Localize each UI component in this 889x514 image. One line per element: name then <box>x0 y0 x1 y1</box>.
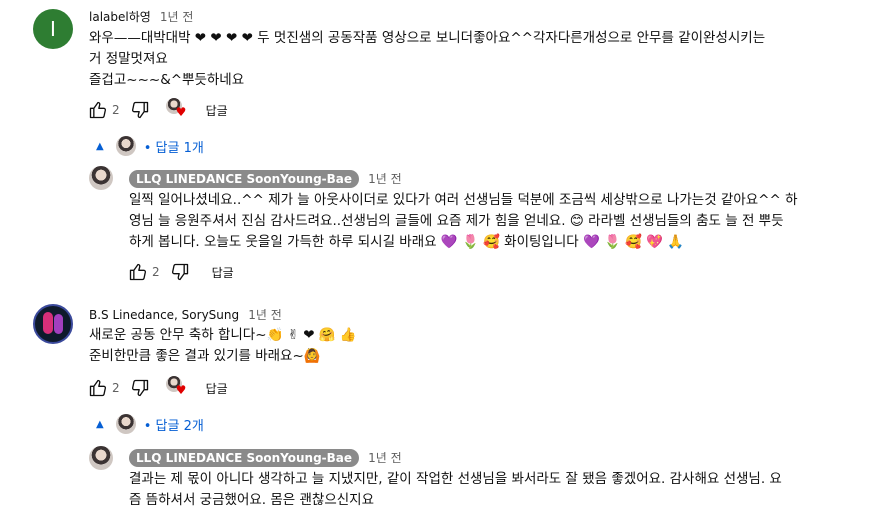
reply-line: 결과는 제 몫이 아니다 생각하고 늘 지냈지만, 같이 작업한 선생님을 봐서… <box>129 471 782 487</box>
reply-header: LLQ LINEDANCE SoonYoung-Bae 1년 전 <box>129 168 402 188</box>
avatar-figure <box>43 312 53 334</box>
like-icon[interactable] <box>86 376 110 400</box>
reply-time[interactable]: 1년 전 <box>368 451 402 465</box>
dislike-icon[interactable] <box>128 98 152 122</box>
replies-toggle-label: • 답글 2개 <box>143 418 204 434</box>
reply-line: 영님 늘 응원주셔서 진심 감사드려요..선생님의 글들에 요즘 제가 힘을 얻… <box>129 213 784 229</box>
creator-heart-icon: ♥ <box>165 376 190 400</box>
comment-author[interactable]: lalabel하영 <box>89 10 151 24</box>
heart-icon: ♥ <box>175 105 187 119</box>
comment-time[interactable]: 1년 전 <box>248 308 282 322</box>
like-count: 2 <box>152 265 160 279</box>
reply-time[interactable]: 1년 전 <box>368 172 402 186</box>
comment-line: 거 정말멋져요 <box>89 51 168 67</box>
like-count: 2 <box>112 381 120 395</box>
replies-count: 답글 1개 <box>155 140 204 156</box>
comment-header: B.S Linedance, SorySung 1년 전 <box>89 304 282 323</box>
comment-line: 새로운 공동 안무 축하 합니다~👏 ✌ ❤ 🤗 👍 <box>89 327 357 343</box>
reply-button[interactable]: 답글 <box>206 102 228 119</box>
comment-header: lalabel하영 1년 전 <box>89 6 193 25</box>
reply-actions: 2 답글 <box>126 260 234 284</box>
replies-toggle-label: • 답글 1개 <box>143 140 204 156</box>
reply-header: LLQ LINEDANCE SoonYoung-Bae 1년 전 <box>129 447 402 467</box>
dislike-icon[interactable] <box>128 376 152 400</box>
creator-chip[interactable]: LLQ LINEDANCE SoonYoung-Bae <box>129 449 360 467</box>
comment-author[interactable]: B.S Linedance, SorySung <box>89 308 239 322</box>
reply-button[interactable]: 답글 <box>212 264 234 281</box>
reply-line: 하게 봅니다. 오늘도 웃을일 가득한 하루 되시길 바래요 💜 🌷 🥰 화이팅… <box>129 234 685 250</box>
replies-toggle[interactable]: ▲ • 답글 1개 <box>96 133 204 159</box>
comment-line: 즐겁고~~~&^뿌듯하네요 <box>89 72 245 88</box>
chevron-up-icon: ▲ <box>96 140 104 152</box>
avatar[interactable]: I <box>33 9 73 49</box>
avatar[interactable] <box>89 166 113 190</box>
replies-toggle[interactable]: ▲ • 답글 2개 <box>96 411 204 437</box>
dislike-icon[interactable] <box>168 260 192 284</box>
reply-button[interactable]: 답글 <box>206 380 228 397</box>
like-icon[interactable] <box>126 260 150 284</box>
comment-actions: 2 ♥ 답글 <box>86 98 228 122</box>
like-icon[interactable] <box>86 98 110 122</box>
creator-avatar <box>115 414 136 434</box>
comment-actions: 2 ♥ 답글 <box>86 376 228 400</box>
comment-time[interactable]: 1년 전 <box>160 10 194 24</box>
comment-text: 와우——대박대박 ❤ ❤ ❤ ❤ 두 멋진샘의 공동작품 영상으로 보니더좋아요… <box>89 28 765 91</box>
comment-text: 새로운 공동 안무 축하 합니다~👏 ✌ ❤ 🤗 👍 준비한만큼 좋은 결과 있… <box>89 325 357 367</box>
reply-text: 결과는 제 몫이 아니다 생각하고 늘 지냈지만, 같이 작업한 선생님을 봐서… <box>129 469 782 511</box>
avatar[interactable] <box>89 446 113 470</box>
creator-avatar <box>115 136 136 156</box>
comment-line: 와우——대박대박 ❤ ❤ ❤ ❤ 두 멋진샘의 공동작품 영상으로 보니더좋아요… <box>89 30 766 46</box>
reply-text: 일찍 일어나셨네요..^^ 제가 늘 아웃사이더로 있다가 여러 선생님들 덕분… <box>129 190 798 253</box>
creator-chip[interactable]: LLQ LINEDANCE SoonYoung-Bae <box>129 170 360 188</box>
heart-icon: ♥ <box>175 383 187 397</box>
comment-line: 준비한만큼 좋은 결과 있기를 바래요~🙆 <box>89 348 321 364</box>
avatar[interactable] <box>33 304 73 344</box>
reply-line: 즘 뜸하셔서 궁금했어요. 몸은 괜찮으신지요 <box>129 492 375 508</box>
avatar-figure <box>54 314 63 334</box>
chevron-up-icon: ▲ <box>96 418 104 430</box>
reply-line: 일찍 일어나셨네요..^^ 제가 늘 아웃사이더로 있다가 여러 선생님들 덕분… <box>129 192 798 208</box>
replies-count: 답글 2개 <box>155 418 204 434</box>
creator-heart-icon: ♥ <box>165 98 190 122</box>
like-count: 2 <box>112 103 120 117</box>
